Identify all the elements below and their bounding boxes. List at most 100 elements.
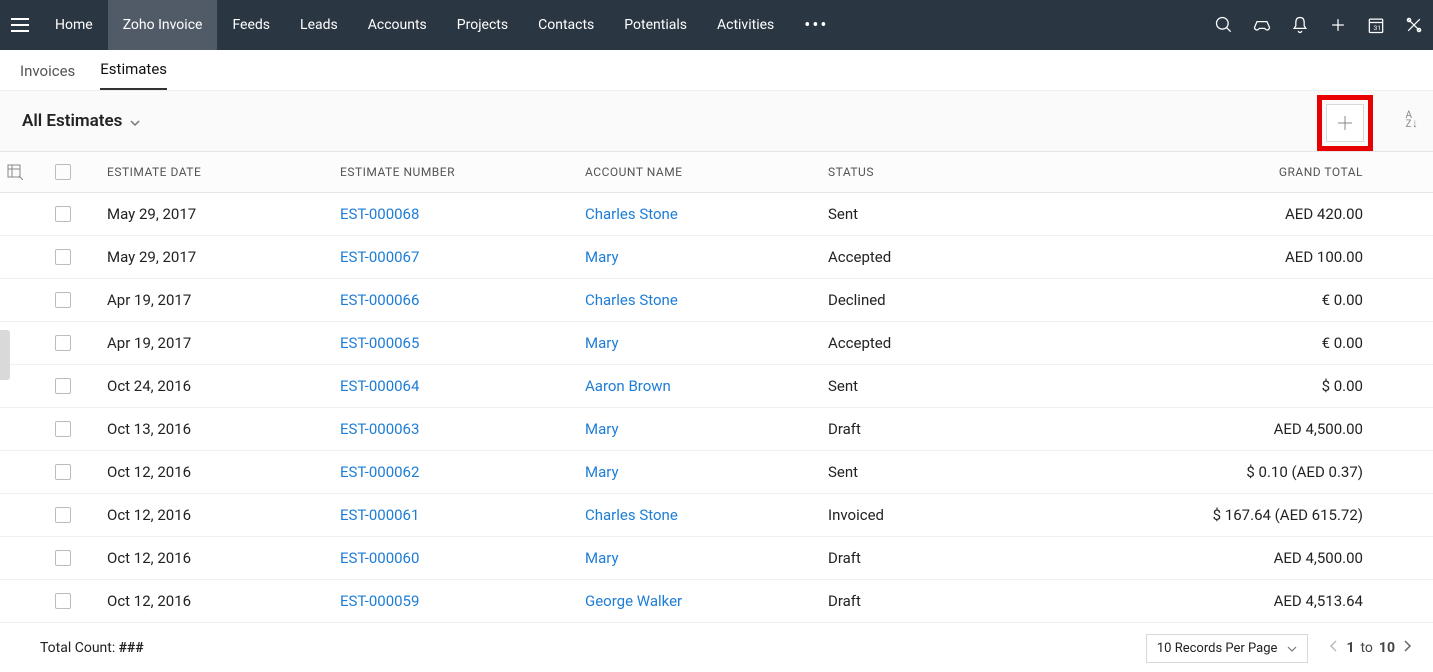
search-icon[interactable] bbox=[1205, 0, 1243, 50]
nav-item-potentials[interactable]: Potentials bbox=[609, 0, 702, 50]
row-checkbox[interactable] bbox=[55, 249, 71, 265]
table-row[interactable]: Apr 19, 2017EST-000065MaryAccepted€ 0.00 bbox=[0, 322, 1433, 365]
row-checkbox[interactable] bbox=[55, 507, 71, 523]
table-row[interactable]: Oct 12, 2016EST-000061Charles StoneInvoi… bbox=[0, 494, 1433, 537]
add-estimate-button[interactable] bbox=[1326, 104, 1364, 142]
account-name-link[interactable]: Charles Stone bbox=[585, 291, 678, 309]
prev-page-icon[interactable] bbox=[1328, 640, 1340, 656]
table-row[interactable]: Oct 13, 2016EST-000063MaryDraftAED 4,500… bbox=[0, 408, 1433, 451]
records-per-page-label: 10 Records Per Page bbox=[1157, 641, 1278, 656]
estimate-number-link[interactable]: EST-000060 bbox=[340, 549, 419, 567]
table-row[interactable]: May 29, 2017EST-000067MaryAcceptedAED 10… bbox=[0, 236, 1433, 279]
account-name-link[interactable]: Mary bbox=[585, 420, 619, 438]
estimate-number-link[interactable]: EST-000067 bbox=[340, 248, 419, 266]
records-per-page-dropdown[interactable]: 10 Records Per Page bbox=[1146, 634, 1309, 663]
account-name-link[interactable]: Mary bbox=[585, 549, 619, 567]
estimate-number-link[interactable]: EST-000061 bbox=[340, 506, 419, 524]
bell-icon[interactable] bbox=[1281, 0, 1319, 50]
account-name-link[interactable]: Mary bbox=[585, 334, 619, 352]
row-checkbox[interactable] bbox=[55, 464, 71, 480]
row-checkbox[interactable] bbox=[55, 421, 71, 437]
total-count-label: Total Count: bbox=[40, 640, 115, 656]
table-row[interactable]: Oct 12, 2016EST-000059George WalkerDraft… bbox=[0, 580, 1433, 623]
column-settings-icon[interactable] bbox=[0, 164, 40, 180]
nav-item-contacts[interactable]: Contacts bbox=[523, 0, 609, 50]
tools-icon[interactable] bbox=[1395, 0, 1433, 50]
cell-status: Invoiced bbox=[828, 506, 1098, 524]
nav-item-accounts[interactable]: Accounts bbox=[353, 0, 442, 50]
table-row[interactable]: Oct 12, 2016EST-000062 Mary Sent$ 0.10 (AE… bbox=[0, 451, 1433, 494]
cell-date: Oct 12, 2016 bbox=[95, 592, 340, 610]
cell-date: May 29, 2017 bbox=[95, 248, 340, 266]
row-checkbox[interactable] bbox=[55, 335, 71, 351]
nav-more[interactable]: ••• bbox=[789, 0, 843, 50]
cell-total: $ 0.00 bbox=[1098, 377, 1433, 395]
estimate-number-link[interactable]: EST-000064 bbox=[340, 377, 419, 395]
panel-expand-handle[interactable] bbox=[0, 330, 10, 380]
nav-item-projects[interactable]: Projects bbox=[442, 0, 523, 50]
cell-status: Declined bbox=[828, 291, 1098, 309]
cell-total: AED 4,513.64 bbox=[1098, 592, 1433, 610]
col-header-date[interactable]: Estimate Date bbox=[95, 165, 340, 179]
menu-icon[interactable] bbox=[0, 0, 40, 50]
col-header-status[interactable]: Status bbox=[828, 165, 1098, 179]
page-to-word: to bbox=[1360, 640, 1372, 656]
account-name-link[interactable]: George Walker bbox=[585, 592, 682, 610]
cell-total: € 0.00 bbox=[1098, 334, 1433, 352]
nav-item-feeds[interactable]: Feeds bbox=[217, 0, 285, 50]
estimate-number-link[interactable]: EST-000065 bbox=[340, 334, 419, 352]
estimate-number-link[interactable]: EST-000062 bbox=[340, 463, 419, 481]
sort-button[interactable]: AZ↓ bbox=[1405, 111, 1418, 131]
page-from: 1 bbox=[1346, 640, 1354, 656]
row-checkbox[interactable] bbox=[55, 378, 71, 394]
row-checkbox[interactable] bbox=[55, 292, 71, 308]
row-checkbox[interactable] bbox=[55, 593, 71, 609]
cell-date: Oct 12, 2016 bbox=[95, 463, 340, 481]
estimate-number-link[interactable]: EST-000066 bbox=[340, 291, 419, 309]
table-footer: Total Count: ### 10 Records Per Page 1 t… bbox=[0, 624, 1433, 672]
col-header-total[interactable]: Grand Total bbox=[1098, 165, 1433, 179]
cell-status: Draft bbox=[828, 549, 1098, 567]
col-header-account[interactable]: Account Name bbox=[585, 165, 828, 179]
tab-invoices[interactable]: Invoices bbox=[20, 52, 75, 90]
estimate-number-link[interactable]: EST-000059 bbox=[340, 592, 419, 610]
account-name-link[interactable]: Mary bbox=[585, 248, 619, 266]
calendar-icon[interactable]: 31 bbox=[1357, 0, 1395, 50]
next-page-icon[interactable] bbox=[1401, 640, 1413, 656]
nav-item-leads[interactable]: Leads bbox=[285, 0, 353, 50]
table-row[interactable]: Oct 24, 2016EST-000064Aaron BrownSent$ 0… bbox=[0, 365, 1433, 408]
cell-status: Sent bbox=[828, 463, 1098, 481]
cell-total: € 0.00 bbox=[1098, 291, 1433, 309]
cell-status: Sent bbox=[828, 377, 1098, 395]
page-to: 10 bbox=[1379, 640, 1395, 656]
account-name-link[interactable]: Charles Stone bbox=[585, 506, 678, 524]
cell-total: $ 0.10 (AED 0.37) bbox=[1098, 463, 1433, 481]
table-header: Estimate Date Estimate Number Account Na… bbox=[0, 152, 1433, 193]
cell-status: Accepted bbox=[828, 248, 1098, 266]
nav-item-home[interactable]: Home bbox=[40, 0, 108, 50]
account-name-link[interactable]: Charles Stone bbox=[585, 205, 678, 223]
filter-label: All Estimates bbox=[22, 111, 122, 131]
game-controller-icon[interactable] bbox=[1243, 0, 1281, 50]
estimate-number-link[interactable]: EST-000063 bbox=[340, 420, 419, 438]
cell-status: Sent bbox=[828, 205, 1098, 223]
nav-item-activities[interactable]: Activities bbox=[702, 0, 789, 50]
cell-date: Oct 12, 2016 bbox=[95, 549, 340, 567]
col-header-number[interactable]: Estimate Number bbox=[340, 165, 585, 179]
row-checkbox[interactable] bbox=[55, 206, 71, 222]
plus-icon[interactable] bbox=[1319, 0, 1357, 50]
account-name-link[interactable]: Mary bbox=[585, 463, 619, 481]
select-all-checkbox[interactable] bbox=[55, 164, 71, 180]
table-row[interactable]: Apr 19, 2017EST-000066Charles StoneDecli… bbox=[0, 279, 1433, 322]
row-checkbox[interactable] bbox=[55, 550, 71, 566]
estimate-number-link[interactable]: EST-000068 bbox=[340, 205, 419, 223]
cell-total: AED 4,500.00 bbox=[1098, 420, 1433, 438]
nav-item-zoho-invoice[interactable]: Zoho Invoice bbox=[108, 0, 218, 50]
cell-total: AED 420.00 bbox=[1098, 205, 1433, 223]
tab-estimates[interactable]: Estimates bbox=[100, 50, 167, 90]
table-row[interactable]: May 29, 2017EST-000068Charles StoneSentA… bbox=[0, 193, 1433, 236]
table-row[interactable]: Oct 12, 2016EST-000060MaryDraftAED 4,500… bbox=[0, 537, 1433, 580]
filter-dropdown[interactable]: All Estimates bbox=[22, 111, 140, 131]
account-name-link[interactable]: Aaron Brown bbox=[585, 377, 671, 395]
cell-total: $ 167.64 (AED 615.72) bbox=[1098, 506, 1433, 524]
